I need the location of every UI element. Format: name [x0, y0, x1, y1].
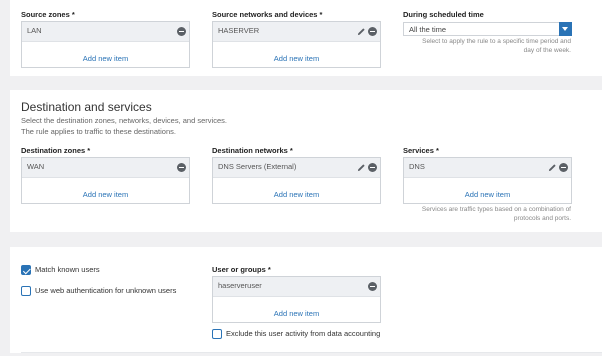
list-item: DNS Servers (External) [213, 158, 380, 178]
section-title: Destination and services [21, 100, 152, 114]
add-new-item-button[interactable]: Add new item [213, 51, 380, 67]
source-networks-box: HASERVER Add new item [212, 21, 381, 68]
exclude-accounting-label: Exclude this user activity from data acc… [226, 329, 381, 338]
list-item: LAN [22, 22, 189, 42]
source-zones-label: Source zones * [21, 10, 75, 19]
match-known-users-checkbox[interactable] [21, 265, 31, 275]
destination-zone-item-label: WAN [27, 162, 45, 171]
users-label: User or groups * [212, 265, 271, 274]
services-label: Services * [403, 146, 439, 155]
services-hint: Services are traffic types based on a co… [421, 206, 571, 222]
remove-icon[interactable] [368, 163, 377, 172]
destination-zones-box: WAN Add new item [21, 157, 190, 204]
pencil-icon[interactable] [357, 163, 366, 172]
list-item: WAN [22, 158, 189, 178]
source-zone-item-label: LAN [27, 26, 42, 35]
source-networks-label: Source networks and devices * [212, 10, 323, 19]
schedule-hint: Select to apply the rule to a specific t… [422, 38, 571, 54]
remove-icon[interactable] [559, 163, 568, 172]
pencil-icon[interactable] [357, 27, 366, 36]
section-subtitle: Select the destination zones, networks, … [21, 116, 227, 125]
schedule-label: During scheduled time [403, 10, 484, 19]
services-box: DNS Add new item [403, 157, 572, 204]
list-item: HASERVER [213, 22, 380, 42]
remove-icon[interactable] [368, 27, 377, 36]
add-new-item-button[interactable]: Add new item [213, 306, 380, 322]
list-item: DNS [404, 158, 571, 178]
destination-zones-label: Destination zones * [21, 146, 91, 155]
service-item-label: DNS [409, 162, 425, 171]
user-item-label: haserveruser [218, 281, 262, 290]
add-new-item-button[interactable]: Add new item [213, 187, 380, 203]
source-network-item-label: HASERVER [218, 26, 260, 35]
exclude-accounting-checkbox[interactable] [212, 329, 222, 339]
section-subtitle: The rule applies to traffic to these des… [21, 127, 176, 136]
match-known-users-label: Match known users [35, 265, 100, 274]
chevron-down-icon[interactable] [559, 22, 572, 36]
add-new-item-button[interactable]: Add new item [22, 51, 189, 67]
pencil-icon[interactable] [548, 163, 557, 172]
schedule-select-value: All the time [409, 25, 447, 34]
schedule-select[interactable]: All the time [403, 22, 572, 36]
source-zones-box: LAN Add new item [21, 21, 190, 68]
list-item: haserveruser [213, 277, 380, 297]
remove-icon[interactable] [368, 282, 377, 291]
web-auth-label: Use web authentication for unknown users [35, 286, 177, 295]
remove-icon[interactable] [177, 163, 186, 172]
destination-networks-box: DNS Servers (External) Add new item [212, 157, 381, 204]
destination-networks-label: Destination networks * [212, 146, 293, 155]
add-new-item-button[interactable]: Add new item [22, 187, 189, 203]
web-auth-checkbox[interactable] [21, 286, 31, 296]
destination-network-item-label: DNS Servers (External) [218, 162, 297, 171]
add-new-item-button[interactable]: Add new item [404, 187, 571, 203]
remove-icon[interactable] [177, 27, 186, 36]
users-box: haserveruser Add new item [212, 276, 381, 323]
divider [21, 352, 602, 353]
